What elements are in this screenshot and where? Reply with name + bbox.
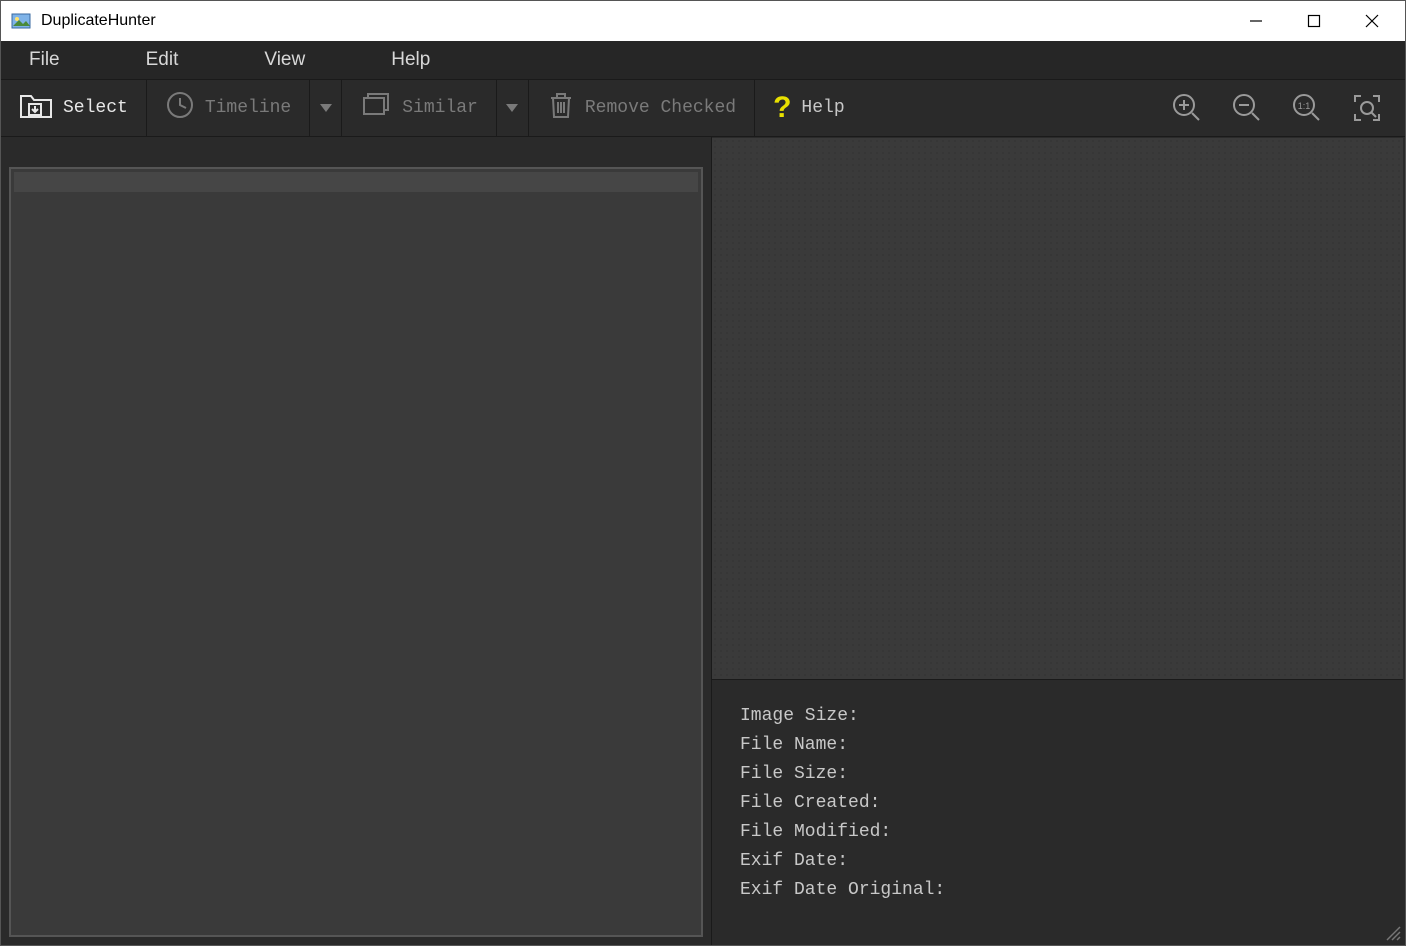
maximize-button[interactable] bbox=[1285, 1, 1343, 41]
toolbar: Select Timeline Similar bbox=[1, 79, 1405, 137]
results-list-header bbox=[14, 172, 698, 192]
zoom-actual-button[interactable]: 1:1 bbox=[1279, 80, 1335, 136]
app-icon bbox=[11, 11, 31, 31]
menu-view[interactable]: View bbox=[246, 43, 323, 77]
image-preview[interactable] bbox=[712, 138, 1403, 680]
window-controls bbox=[1227, 1, 1401, 41]
resize-grip[interactable] bbox=[1383, 923, 1401, 941]
menu-help[interactable]: Help bbox=[373, 43, 448, 77]
minimize-button[interactable] bbox=[1227, 1, 1285, 41]
file-size-label: File Size: bbox=[740, 764, 848, 784]
similar-button[interactable]: Similar bbox=[342, 80, 497, 136]
image-size-label: Image Size: bbox=[740, 706, 859, 726]
select-label: Select bbox=[63, 98, 128, 118]
timeline-label: Timeline bbox=[205, 98, 291, 118]
app-title: DuplicateHunter bbox=[41, 12, 156, 30]
zoom-out-button[interactable] bbox=[1219, 80, 1275, 136]
close-button[interactable] bbox=[1343, 1, 1401, 41]
detail-pane: Image Size: File Name: File Size: File C… bbox=[711, 137, 1405, 945]
folder-download-icon bbox=[19, 90, 53, 126]
help-button[interactable]: ? Help bbox=[755, 80, 863, 136]
svg-text:1:1: 1:1 bbox=[1298, 101, 1311, 111]
exif-date-label: Exif Date: bbox=[740, 851, 848, 871]
app-window: DuplicateHunter File Edit View Help bbox=[0, 0, 1406, 946]
images-stack-icon bbox=[360, 90, 392, 126]
similar-dropdown[interactable] bbox=[497, 80, 529, 136]
exif-date-original-label: Exif Date Original: bbox=[740, 880, 945, 900]
trash-icon bbox=[547, 90, 575, 126]
question-icon: ? bbox=[773, 93, 791, 123]
file-name-label: File Name: bbox=[740, 735, 848, 755]
select-folder-button[interactable]: Select bbox=[1, 80, 147, 136]
zoom-in-button[interactable] bbox=[1159, 80, 1215, 136]
timeline-dropdown[interactable] bbox=[310, 80, 342, 136]
image-info: Image Size: File Name: File Size: File C… bbox=[712, 680, 1405, 945]
remove-checked-button[interactable]: Remove Checked bbox=[529, 80, 755, 136]
menu-file[interactable]: File bbox=[11, 43, 78, 77]
file-modified-label: File Modified: bbox=[740, 822, 891, 842]
remove-checked-label: Remove Checked bbox=[585, 98, 736, 118]
menu-edit[interactable]: Edit bbox=[128, 43, 197, 77]
timeline-button[interactable]: Timeline bbox=[147, 80, 310, 136]
zoom-fit-button[interactable] bbox=[1339, 80, 1395, 136]
help-label: Help bbox=[801, 98, 844, 118]
zoom-controls: 1:1 bbox=[1159, 80, 1405, 136]
results-pane bbox=[1, 137, 711, 945]
clock-icon bbox=[165, 90, 195, 126]
main-content: Image Size: File Name: File Size: File C… bbox=[1, 137, 1405, 945]
file-created-label: File Created: bbox=[740, 793, 880, 813]
similar-label: Similar bbox=[402, 98, 478, 118]
titlebar: DuplicateHunter bbox=[1, 1, 1405, 41]
results-list[interactable] bbox=[9, 167, 703, 937]
menubar: File Edit View Help bbox=[1, 41, 1405, 79]
